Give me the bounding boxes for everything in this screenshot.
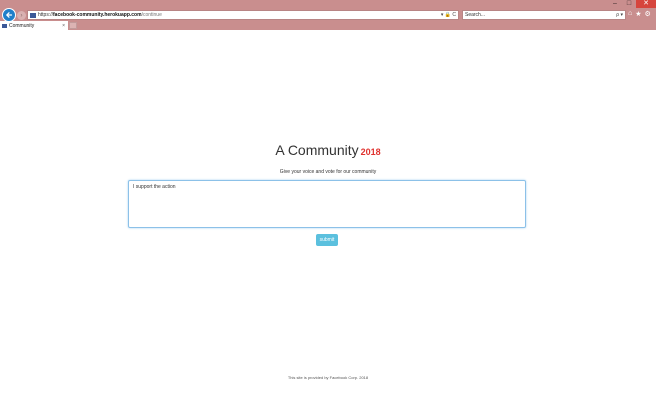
search-placeholder: Search... — [465, 12, 486, 18]
maximize-icon[interactable]: □ — [622, 0, 636, 8]
settings-gear-icon[interactable]: ⚙ — [645, 10, 651, 18]
search-icon[interactable]: ρ ▾ — [616, 12, 625, 18]
close-window-icon[interactable]: ✕ — [636, 0, 656, 8]
minimize-icon[interactable]: – — [608, 0, 622, 8]
forward-arrow-icon: › — [20, 12, 23, 19]
back-button[interactable] — [2, 8, 16, 22]
tab-community[interactable]: Community × — [0, 21, 68, 30]
address-path: /continue — [141, 12, 162, 18]
tab-close-icon[interactable]: × — [62, 23, 68, 29]
home-icon[interactable]: ⌂ — [628, 10, 632, 18]
address-scheme: https:// — [38, 12, 54, 18]
title-bar: – □ ✕ — [0, 0, 656, 8]
tab-bar: Community × — [0, 21, 656, 30]
toolbar-icons: ⌂ ★ ⚙ — [628, 10, 651, 18]
browser-chrome: – □ ✕ › https:// facebook-community.hero… — [0, 0, 656, 30]
forward-button[interactable]: › — [17, 11, 26, 20]
tab-label: Community — [9, 22, 35, 29]
tab-favicon-icon — [2, 23, 7, 28]
submit-button[interactable]: submit — [316, 234, 338, 246]
page-title-year: 2018 — [360, 147, 381, 157]
favorites-icon[interactable]: ★ — [635, 10, 641, 18]
window-controls: – □ ✕ — [608, 0, 656, 8]
page-title-text: A Community — [275, 142, 359, 158]
page-subtitle: Give your voice and vote for our communi… — [279, 169, 377, 175]
search-input[interactable]: Search... ρ ▾ — [462, 10, 626, 20]
address-controls[interactable]: ▾ 🔒 C — [441, 12, 458, 18]
address-bar[interactable]: https:// facebook-community.herokuapp.co… — [27, 10, 459, 20]
address-host: facebook-community.herokuapp.com — [53, 12, 142, 18]
new-tab-button[interactable] — [69, 22, 77, 29]
site-favicon-icon — [30, 12, 36, 18]
navigation-bar: › https:// facebook-community.herokuapp.… — [0, 8, 656, 22]
back-arrow-icon — [5, 12, 13, 18]
footer-text: This site is provided by Facebook Corp. … — [287, 375, 369, 380]
page-content: A Community 2018 Give your voice and vote… — [0, 30, 656, 401]
page-title: A Community 2018 — [0, 142, 656, 158]
voice-textarea[interactable]: I support the action — [128, 180, 526, 228]
